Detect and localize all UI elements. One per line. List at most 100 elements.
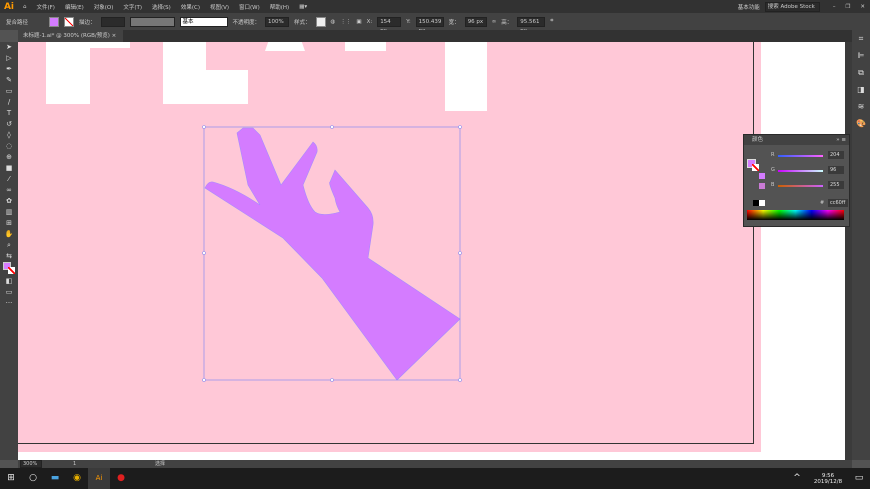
height-input[interactable]: 95.561 px — [517, 16, 546, 34]
menu-help[interactable]: 帮助(H) — [270, 3, 289, 11]
menu-effect[interactable]: 效果(C) — [181, 3, 200, 11]
gradient-tool-icon[interactable]: ■ — [0, 163, 18, 174]
handle[interactable] — [458, 378, 462, 382]
warp-tool-icon[interactable]: ◌ — [0, 141, 18, 152]
menu-type[interactable]: 文字(T) — [123, 3, 142, 11]
home-icon[interactable]: ⌂ — [23, 4, 27, 10]
recorder-icon[interactable]: ● — [110, 468, 132, 489]
clock[interactable]: 9:56 2019/12/8 — [808, 473, 848, 485]
web-safe-swatch[interactable] — [759, 183, 765, 189]
menu-view[interactable]: 视图(V) — [210, 3, 229, 11]
color-spectrum[interactable] — [747, 210, 844, 220]
artboard-tool-icon[interactable]: ⊞ — [0, 218, 18, 229]
minimize-icon[interactable]: – — [833, 4, 836, 10]
link-icon[interactable]: ∞ — [492, 19, 497, 25]
color-panel-icon[interactable]: 🎨 — [852, 115, 870, 132]
stroke-swatch[interactable] — [64, 16, 74, 27]
artboard-number[interactable]: 1 — [73, 460, 76, 468]
graph-tool-icon[interactable]: ▥ — [0, 207, 18, 218]
workspace-switcher[interactable]: 基本功能 — [738, 3, 760, 11]
handle[interactable] — [330, 125, 334, 129]
file-explorer-icon[interactable]: ▬ — [44, 468, 66, 489]
blue-slider[interactable] — [778, 185, 823, 187]
arrange-icon[interactable]: ▦▾ — [299, 4, 307, 10]
notification-icon[interactable]: ▭ — [848, 468, 870, 489]
swap-colors-icon[interactable]: ⇆ — [0, 251, 18, 262]
reference-point-icon[interactable]: ▣ — [356, 19, 361, 25]
hand-shape[interactable] — [204, 127, 461, 381]
style-swatch[interactable] — [315, 16, 326, 27]
stock-search-input[interactable]: 搜索 Adobe Stock — [764, 1, 820, 12]
hand-tool-icon[interactable]: ✋ — [0, 229, 18, 240]
green-slider[interactable] — [778, 170, 823, 172]
eraser-tool-icon[interactable]: ◊ — [0, 130, 18, 141]
blue-value[interactable]: 255 — [828, 181, 844, 189]
screen-mode-icon[interactable]: ▭ — [0, 287, 18, 298]
document-tab[interactable]: 未标题-1.ai* @ 300% (RGB/预览) × — [18, 30, 123, 42]
handle[interactable] — [330, 378, 334, 382]
windows-start-icon[interactable]: ⊞ — [0, 468, 22, 489]
close-icon[interactable]: ✕ — [860, 4, 865, 10]
symbol-tool-icon[interactable]: ✿ — [0, 196, 18, 207]
menu-window[interactable]: 窗口(W) — [239, 3, 260, 11]
restore-icon[interactable]: ❐ — [845, 4, 850, 10]
hex-input[interactable]: cc60ff — [828, 199, 848, 207]
handle[interactable] — [202, 251, 206, 255]
panel-menu-icon[interactable]: » ≡ — [836, 135, 846, 145]
selection-tool-icon[interactable]: ➤ — [0, 42, 18, 53]
gamut-swatch[interactable] — [759, 173, 765, 179]
color-panel-title[interactable]: 颜色 — [752, 137, 763, 143]
brush-select[interactable]: 基本 — [179, 16, 228, 27]
x-input[interactable]: 154 px — [377, 16, 402, 34]
gradient-panel-icon[interactable]: ◨ — [852, 81, 870, 98]
type-tool-icon[interactable]: T — [0, 108, 18, 119]
vertical-scrollbar[interactable] — [845, 42, 852, 460]
handle[interactable] — [458, 125, 462, 129]
menu-file[interactable]: 文件(F) — [37, 3, 55, 11]
fill-stroke-indicator[interactable] — [0, 262, 18, 276]
curvature-tool-icon[interactable]: ✎ — [0, 75, 18, 86]
pen-tool-icon[interactable]: ✒ — [0, 64, 18, 75]
eyedropper-tool-icon[interactable]: ⁄ — [0, 174, 18, 185]
stroke-weight-input[interactable] — [100, 16, 125, 27]
search-icon[interactable]: ○ — [22, 468, 44, 489]
menu-edit[interactable]: 编辑(E) — [65, 3, 84, 11]
shape-builder-icon[interactable]: ⊕ — [0, 152, 18, 163]
rotate-tool-icon[interactable]: ↺ — [0, 119, 18, 130]
draw-mode-icon[interactable]: ◧ — [0, 276, 18, 287]
align-icon[interactable]: ⋮⋮ — [340, 19, 351, 25]
zoom-tool-icon[interactable]: ⌕ — [0, 240, 18, 251]
opacity-input[interactable]: 100% — [265, 16, 290, 27]
zoom-select[interactable]: 300% — [20, 460, 42, 468]
white-swatch[interactable] — [759, 200, 765, 206]
menu-object[interactable]: 对象(O) — [94, 3, 114, 11]
layers-panel-icon[interactable]: ≋ — [852, 98, 870, 115]
rectangle-tool-icon[interactable]: ▭ — [0, 86, 18, 97]
fill-swatch[interactable] — [49, 16, 59, 27]
direct-selection-tool-icon[interactable]: ▷ — [0, 53, 18, 64]
blend-tool-icon[interactable]: ∞ — [0, 185, 18, 196]
handle[interactable] — [458, 251, 462, 255]
tab-close-icon[interactable]: × — [112, 33, 117, 39]
recolor-icon[interactable]: ◍ — [331, 19, 336, 25]
pathfinder-panel-icon[interactable]: ⧉ — [852, 64, 870, 81]
stroke-color-swatch[interactable] — [752, 164, 759, 171]
variable-width-select[interactable] — [129, 16, 175, 27]
handle[interactable] — [202, 378, 206, 382]
red-value[interactable]: 204 — [828, 151, 844, 159]
y-input[interactable]: 150.439 px — [415, 16, 444, 34]
more-tools-icon[interactable]: ··· — [0, 298, 18, 309]
paintbrush-tool-icon[interactable]: / — [0, 97, 18, 108]
menu-select[interactable]: 选择(S) — [152, 3, 171, 11]
canvas[interactable] — [18, 42, 845, 460]
green-value[interactable]: 96 — [828, 166, 844, 174]
align-panel-icon[interactable]: ⊫ — [852, 47, 870, 64]
red-slider[interactable] — [778, 155, 823, 157]
handle[interactable] — [202, 125, 206, 129]
tray-chevron-icon[interactable]: ^ — [786, 468, 808, 489]
transform-panel-icon[interactable]: ⌗ — [852, 30, 870, 47]
illustrator-taskbar-icon[interactable]: Ai — [88, 468, 110, 489]
chrome-icon[interactable]: ◉ — [66, 468, 88, 489]
width-input[interactable]: 96 px — [464, 16, 487, 27]
transform-icon[interactable]: ⌗ — [550, 18, 553, 25]
